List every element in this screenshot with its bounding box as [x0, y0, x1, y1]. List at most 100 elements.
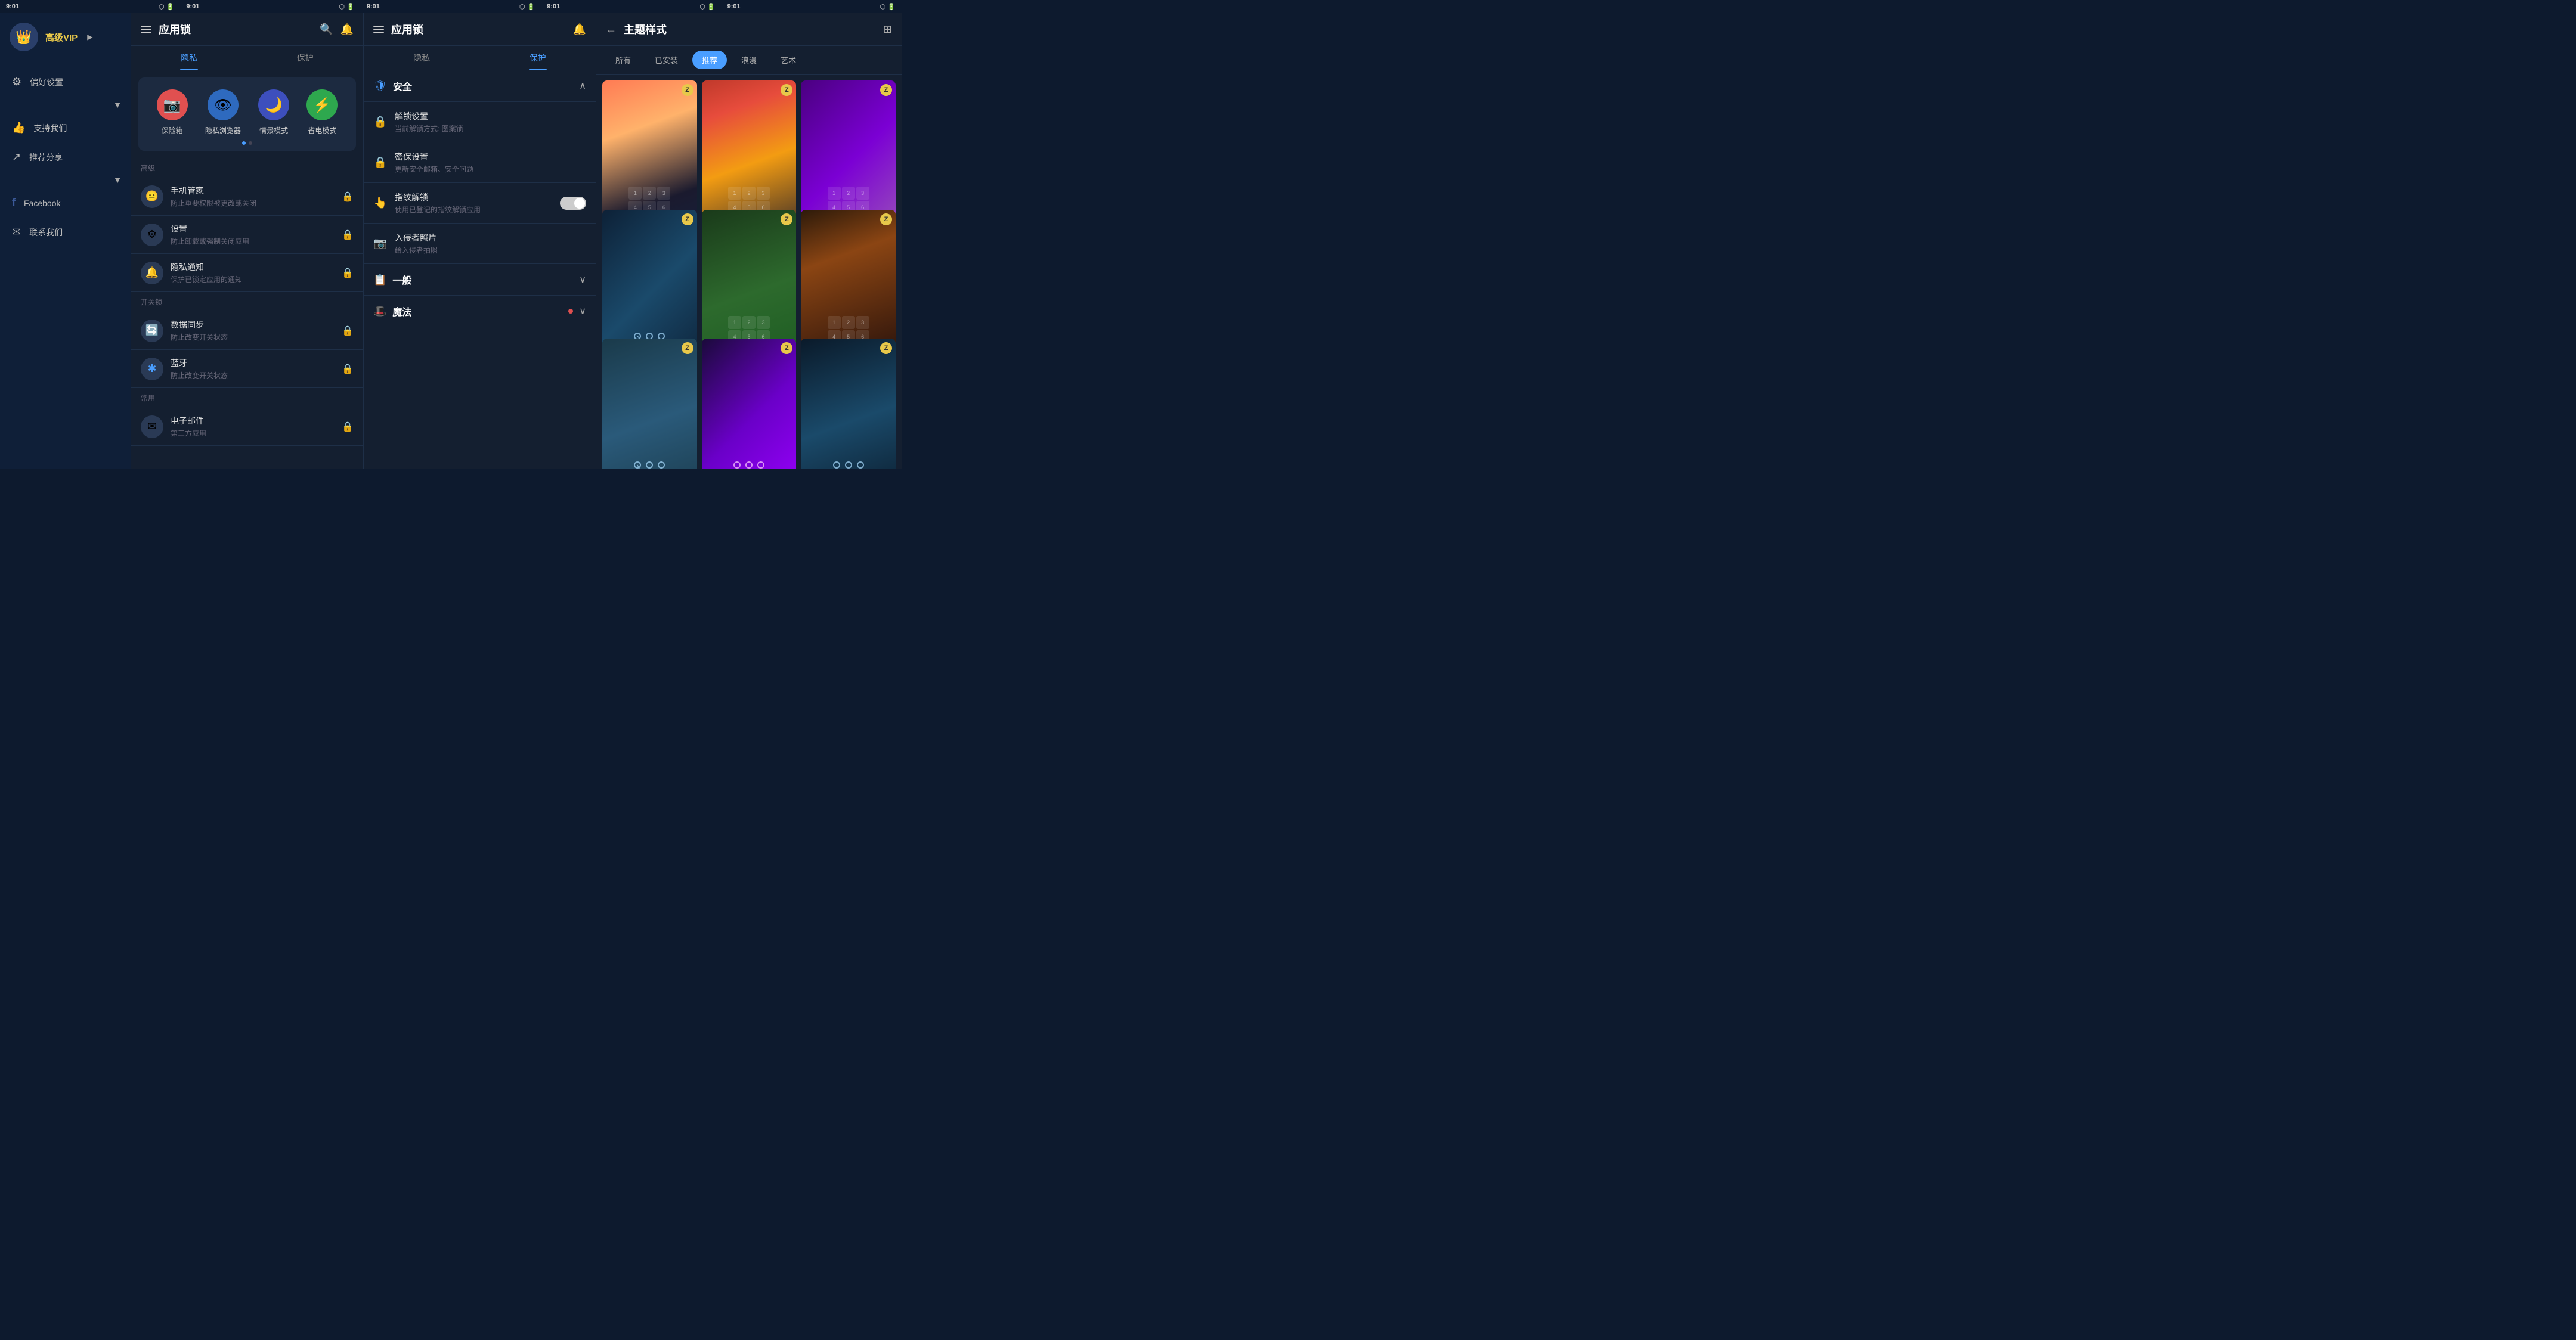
sidebar-item-support[interactable]: 👍 支持我们 [0, 113, 131, 142]
fingerprint-desc: 使用已登记的指纹解锁应用 [395, 204, 553, 215]
bluetooth-info: 蓝牙 防止改变开关状态 [171, 357, 335, 380]
lock-icon-bluetooth: 🔒 [342, 363, 354, 375]
hamburger-menu-left[interactable] [141, 26, 151, 33]
theme-badge-7: Z [682, 342, 693, 354]
themes-title: 主题样式 [624, 21, 876, 37]
theme-badge-4: Z [682, 213, 693, 225]
notify-desc: 保护已锁定应用的通知 [171, 274, 335, 284]
time-5: 9:01 [727, 3, 741, 10]
support-icon: 👍 [12, 122, 25, 134]
fingerprint-toggle[interactable] [560, 197, 586, 210]
theme-card-underwater[interactable]: Z [801, 339, 896, 469]
power-icon: ⚡ [306, 89, 338, 120]
fingerprint-info: 指纹解锁 使用已登记的指纹解锁应用 [395, 191, 553, 215]
sidebar-label-share: 推荐分享 [29, 151, 63, 163]
themes-menu-icon[interactable]: ⊞ [883, 23, 892, 36]
sidebar-item-contact[interactable]: ✉ 联系我们 [0, 218, 131, 247]
panel-tabs-left: 隐私 保护 [131, 46, 363, 70]
theme-badge-6: Z [880, 213, 892, 225]
security-item-intruder[interactable]: 📷 入侵者照片 给入侵者拍照 [364, 223, 596, 263]
sidebar-item-share[interactable]: ↗ 推荐分享 [0, 142, 131, 172]
security-item-secret[interactable]: 🔒 密保设置 更新安全邮箱、安全问题 [364, 142, 596, 182]
status-seg-3: 9:01 ⬡ 🔋 [361, 3, 541, 11]
email-info: 电子邮件 第三方应用 [171, 415, 335, 438]
bluetooth-name: 蓝牙 [171, 357, 335, 369]
safe-icon: 📷 [157, 89, 188, 120]
notify-name: 隐私通知 [171, 261, 335, 273]
vip-label: 高级VIP [45, 31, 78, 44]
themes-header: ← 主题样式 ⊞ [596, 13, 902, 46]
scene-icon: 🌙 [258, 89, 289, 120]
status-seg-1: 9:01 ⬡ 🔋 [0, 3, 180, 11]
vip-arrow-icon: ▶ [87, 33, 92, 41]
sidebar-expand-2[interactable]: ▼ [0, 172, 131, 188]
sidebar-header: 👑 高级VIP ▶ [0, 13, 131, 61]
list-item-privacy-notify[interactable]: 🔔 隐私通知 保护已锁定应用的通知 🔒 [131, 254, 363, 292]
sidebar-expand-1[interactable]: ▼ [0, 97, 131, 113]
train-pattern-svg [628, 456, 670, 469]
phone-manager-icon: 😐 [141, 185, 163, 208]
datasync-info: 数据同步 防止改变开关状态 [171, 319, 335, 342]
magic-section: 🎩 魔法 ∨ [364, 296, 596, 327]
sidebar-label-preferences: 偏好设置 [30, 76, 63, 88]
security-chevron-icon: ∧ [579, 80, 586, 92]
feature-power[interactable]: ⚡ 省电模式 [306, 89, 338, 135]
settings-app-name: 设置 [171, 223, 335, 235]
filter-tab-installed[interactable]: 已安装 [645, 51, 688, 69]
filter-tab-romantic[interactable]: 浪漫 [732, 51, 766, 69]
list-item-settings[interactable]: ⚙ 设置 防止卸载或强制关闭应用 🔒 [131, 216, 363, 254]
sidebar-item-preferences[interactable]: ⚙ 偏好设置 [0, 67, 131, 97]
theme-card-neon[interactable]: Z [702, 339, 797, 469]
magic-header[interactable]: 🎩 魔法 ∨ [364, 296, 596, 327]
hamburger-menu-right[interactable] [373, 26, 384, 33]
section-advanced: 高级 [131, 158, 363, 178]
theme-badge-1: Z [682, 84, 693, 96]
list-item-phone-manager[interactable]: 😐 手机管家 防止重要权限被更改或关闭 🔒 [131, 178, 363, 216]
general-section: 📋 一般 ∨ [364, 264, 596, 296]
phone-manager-info: 手机管家 防止重要权限被更改或关闭 [171, 185, 335, 208]
panel-header-left: 应用锁 🔍 🔔 [131, 13, 363, 46]
security-header[interactable]: 🛡 安全 ∧ [364, 70, 596, 101]
feature-safe[interactable]: 📷 保险箱 [157, 89, 188, 135]
feature-scene[interactable]: 🌙 情景模式 [258, 89, 289, 135]
unlock-desc: 当前解锁方式: 图案锁 [395, 123, 586, 134]
bell-icon-right[interactable]: 🔔 [573, 23, 586, 36]
back-icon[interactable]: ← [606, 23, 617, 36]
sidebar-item-facebook[interactable]: f Facebook [0, 188, 131, 218]
unlock-info: 解锁设置 当前解锁方式: 图案锁 [395, 110, 586, 134]
theme-bg-neon [702, 339, 797, 469]
themes-panel: ← 主题样式 ⊞ 所有 已安装 推荐 浪漫 艺术 123 [596, 13, 902, 469]
tab-privacy-right[interactable]: 隐私 [364, 46, 480, 70]
phone-manager-name: 手机管家 [171, 185, 335, 197]
list-item-bluetooth[interactable]: ✱ 蓝牙 防止改变开关状态 🔒 [131, 350, 363, 388]
lock-icon-settings: 🔒 [342, 229, 354, 241]
magic-title: 魔法 [392, 304, 560, 318]
neon-pattern-svg [728, 456, 770, 469]
list-item-datasync[interactable]: 🔄 数据同步 防止改变开关状态 🔒 [131, 312, 363, 350]
app-lock-panel-right: 应用锁 🔔 隐私 保护 🛡 安全 ∧ 🔒 解锁设置 当前解锁方式: [364, 13, 596, 469]
search-icon-left[interactable]: 🔍 [320, 23, 333, 36]
security-item-unlock[interactable]: 🔒 解锁设置 当前解锁方式: 图案锁 [364, 101, 596, 142]
feature-row: 📷 保险箱 👁 隐私浏览器 🌙 情景模式 ⚡ 省电模式 [138, 77, 356, 151]
theme-card-train[interactable]: Z [602, 339, 697, 469]
feature-browser[interactable]: 👁 隐私浏览器 [205, 89, 241, 135]
bell-icon-left[interactable]: 🔔 [340, 23, 354, 36]
dot-1 [242, 141, 246, 145]
datasync-desc: 防止改变开关状态 [171, 332, 335, 342]
email-name: 电子邮件 [171, 415, 335, 427]
unlock-icon: 🔒 [373, 116, 388, 128]
tab-protection-right[interactable]: 保护 [480, 46, 596, 70]
app-lock-panel-left: 应用锁 🔍 🔔 隐私 保护 📷 保险箱 👁 隐私浏览器 [131, 13, 364, 469]
filter-tab-recommended[interactable]: 推荐 [692, 51, 727, 69]
security-item-fingerprint[interactable]: 👆 指纹解锁 使用已登记的指纹解锁应用 [364, 182, 596, 223]
intruder-icon: 📷 [373, 237, 388, 250]
tab-privacy-left[interactable]: 隐私 [131, 46, 247, 70]
filter-tab-all[interactable]: 所有 [606, 51, 640, 69]
dot-2 [249, 141, 252, 145]
list-item-email[interactable]: ✉ 电子邮件 第三方应用 🔒 [131, 408, 363, 446]
general-header[interactable]: 📋 一般 ∨ [364, 264, 596, 295]
icons-1: ⬡ 🔋 [159, 3, 174, 11]
contact-icon: ✉ [12, 226, 21, 238]
filter-tab-art[interactable]: 艺术 [771, 51, 806, 69]
tab-protection-left[interactable]: 保护 [247, 46, 364, 70]
